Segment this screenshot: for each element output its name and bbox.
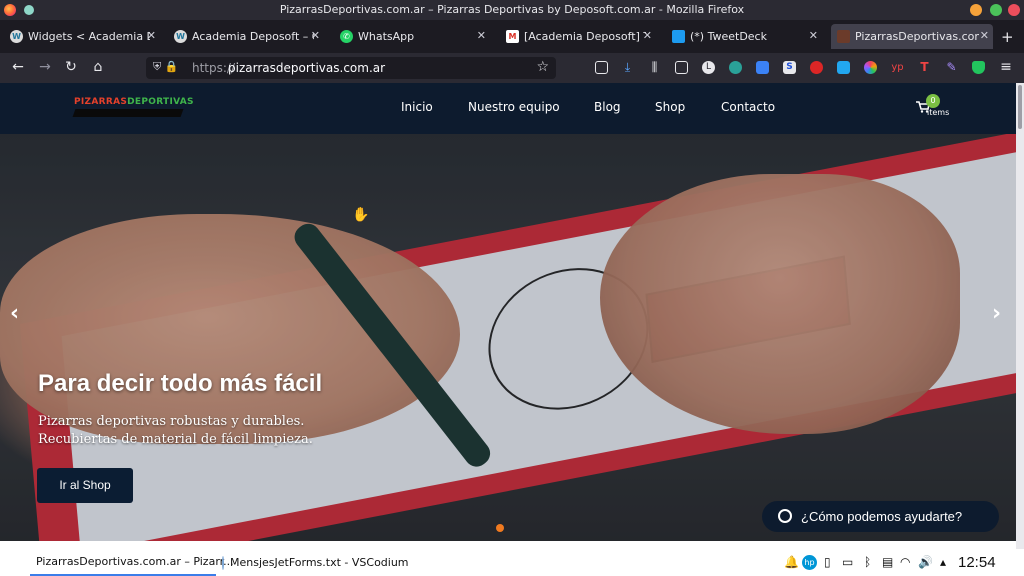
hero-slider: ✋ ‹ › Para decir todo más fácil Pizarras…	[0, 134, 1016, 541]
task-firefox[interactable]: PizarrasDeportivas.com.ar – Pizarr...	[30, 549, 234, 576]
taskbar: PizarrasDeportivas.com.ar – Pizarr... Me…	[0, 549, 1024, 576]
tab-label: Widgets < Academia Depo	[28, 30, 150, 43]
clock[interactable]: 12:54	[958, 554, 996, 571]
hp-icon[interactable]: hp	[802, 555, 817, 570]
battery-icon[interactable]: ▭	[842, 555, 853, 569]
gmail-icon: M	[506, 30, 519, 43]
hamburger-menu-icon[interactable]: ≡	[997, 59, 1015, 75]
minimize-button[interactable]	[970, 4, 982, 16]
extension-s-icon[interactable]: S	[783, 61, 796, 74]
tab-label: Academia Deposoft – Otro	[192, 30, 314, 43]
back-button[interactable]: ←	[9, 59, 27, 75]
cart-items-label: items	[927, 108, 950, 117]
whatsapp-chat-button[interactable]: ¿Cómo podemos ayudarte?	[762, 501, 999, 532]
bluetooth-icon[interactable]: ᛒ	[864, 555, 871, 569]
reload-button[interactable]: ↻	[62, 59, 80, 75]
extension-t-icon[interactable]: T	[918, 61, 931, 74]
twitter-icon	[672, 30, 685, 43]
menu-item-nuestro-equipo[interactable]: Nuestro equipo	[468, 100, 560, 114]
extension-color-icon[interactable]	[864, 61, 877, 74]
close-tab-icon[interactable]: ✕	[477, 29, 486, 42]
menu-item-shop[interactable]: Shop	[655, 100, 685, 114]
hero-subtitle: Pizarras deportivas robustas y durables.…	[38, 413, 313, 449]
tab-label: WhatsApp	[358, 30, 415, 43]
library-icon[interactable]: ⫼	[648, 61, 661, 74]
logo-part2: DEPORTIVAS	[127, 97, 194, 107]
extension-shield-icon[interactable]	[972, 61, 985, 74]
grab-cursor-icon: ✋	[352, 207, 370, 223]
tab-label: [Academia Deposoft] Tu si	[524, 30, 646, 43]
clipboard-icon[interactable]: ▯	[824, 555, 831, 569]
nav-toolbar: ← → ↻ ⌂ ⛨ 🔒 https:// pizarrasdeportivas.…	[0, 53, 1024, 83]
task-vscodium[interactable]: MensjesJetForms.txt - VSCodium	[222, 549, 409, 576]
menu-item-contacto[interactable]: Contacto	[721, 100, 775, 114]
whatsapp-icon: ✆	[340, 30, 353, 43]
volume-icon[interactable]: 🔊	[918, 555, 933, 569]
task-label: PizarrasDeportivas.com.ar – Pizarr...	[36, 555, 234, 568]
extension-pen-icon[interactable]: ✎	[945, 61, 958, 74]
web-viewport: PIZARRASDEPORTIVAS Inicio Nuestro equipo…	[0, 83, 1024, 549]
menu-item-inicio[interactable]: Inicio	[401, 100, 433, 114]
maximize-button[interactable]	[990, 4, 1002, 16]
extension-globe-icon[interactable]	[729, 61, 742, 74]
vscodium-icon	[222, 555, 224, 570]
close-tab-icon[interactable]: ✕	[147, 29, 156, 42]
extension-red-icon[interactable]	[810, 61, 823, 74]
wifi-icon[interactable]: ◠	[900, 555, 910, 569]
whatsapp-chat-label: ¿Cómo podemos ayudarte?	[801, 509, 963, 524]
tab-academia[interactable]: W Academia Deposoft – Otro ✕	[168, 24, 324, 49]
shop-cta-button[interactable]: Ir al Shop	[37, 468, 133, 503]
storage-icon[interactable]: ▤	[882, 555, 893, 569]
site-header: PIZARRASDEPORTIVAS Inicio Nuestro equipo…	[0, 83, 1016, 134]
download-icon[interactable]: ⤓	[621, 61, 634, 74]
hero-subtitle-line2: Recubiertas de material de fácil limpiez…	[38, 432, 313, 447]
wordpress-icon: W	[10, 30, 23, 43]
new-tab-button[interactable]: +	[1001, 28, 1014, 46]
site-icon	[837, 30, 850, 43]
extension-video-icon[interactable]	[756, 61, 769, 74]
page-scrollbar[interactable]	[1016, 83, 1024, 549]
tab-tweetdeck[interactable]: (*) TweetDeck ✕	[666, 24, 822, 49]
tab-label: PizarrasDeportivas.com.ar	[855, 30, 979, 43]
close-tab-icon[interactable]: ✕	[809, 29, 818, 42]
wordpress-icon: W	[174, 30, 187, 43]
shield-lock-icon[interactable]: ⛨ 🔒	[153, 60, 178, 74]
extension-blue-icon[interactable]	[837, 61, 850, 74]
tab-pizarras[interactable]: PizarrasDeportivas.com.ar ✕	[831, 24, 993, 49]
hero-title: Para decir todo más fácil	[38, 370, 323, 397]
bookmark-star-icon[interactable]: ☆	[536, 59, 549, 75]
pocket-icon[interactable]	[595, 61, 608, 74]
site-logo[interactable]: PIZARRASDEPORTIVAS	[72, 97, 194, 117]
url-host: pizarrasdeportivas.com.ar	[228, 61, 386, 75]
close-tab-icon[interactable]: ✕	[311, 29, 320, 42]
window-titlebar: PizarrasDeportivas.com.ar – Pizarras Dep…	[0, 0, 1024, 20]
tab-label: (*) TweetDeck	[690, 30, 767, 43]
extension-l-icon[interactable]: L	[702, 61, 715, 74]
hero-subtitle-line1: Pizarras deportivas robustas y durables.	[38, 414, 305, 429]
cart-count-badge: 0	[926, 94, 940, 108]
close-window-button[interactable]	[1008, 4, 1020, 16]
logo-part1: PIZARRAS	[74, 97, 128, 107]
url-bar[interactable]: ⛨ 🔒 https:// pizarrasdeportivas.com.ar ☆	[146, 57, 556, 79]
sidebar-icon[interactable]	[675, 61, 688, 74]
extension-yp-icon[interactable]: yp	[891, 61, 904, 74]
tab-whatsapp[interactable]: ✆ WhatsApp ✕	[334, 24, 490, 49]
tray-expand-icon[interactable]: ▴	[940, 555, 946, 569]
whatsapp-icon	[778, 509, 792, 523]
slider-dot-active[interactable]	[496, 524, 504, 532]
tab-bar: W Widgets < Academia Depo ✕ W Academia D…	[0, 20, 1024, 53]
tab-gmail[interactable]: M [Academia Deposoft] Tu si ✕	[500, 24, 656, 49]
slider-next-arrow[interactable]: ›	[992, 301, 1001, 326]
slider-prev-arrow[interactable]: ‹	[10, 301, 19, 326]
page-scrollbar-thumb[interactable]	[1018, 85, 1022, 129]
close-tab-icon[interactable]: ✕	[980, 29, 989, 42]
tab-widgets[interactable]: W Widgets < Academia Depo ✕	[4, 24, 160, 49]
menu-item-blog[interactable]: Blog	[594, 100, 621, 114]
notifications-icon[interactable]: 🔔	[784, 555, 799, 569]
home-icon[interactable]: ⌂	[89, 59, 107, 75]
window-title: PizarrasDeportivas.com.ar – Pizarras Dep…	[279, 3, 745, 16]
forward-button[interactable]: →	[36, 59, 54, 75]
task-label: MensjesJetForms.txt - VSCodium	[230, 556, 409, 569]
close-tab-icon[interactable]: ✕	[643, 29, 652, 42]
